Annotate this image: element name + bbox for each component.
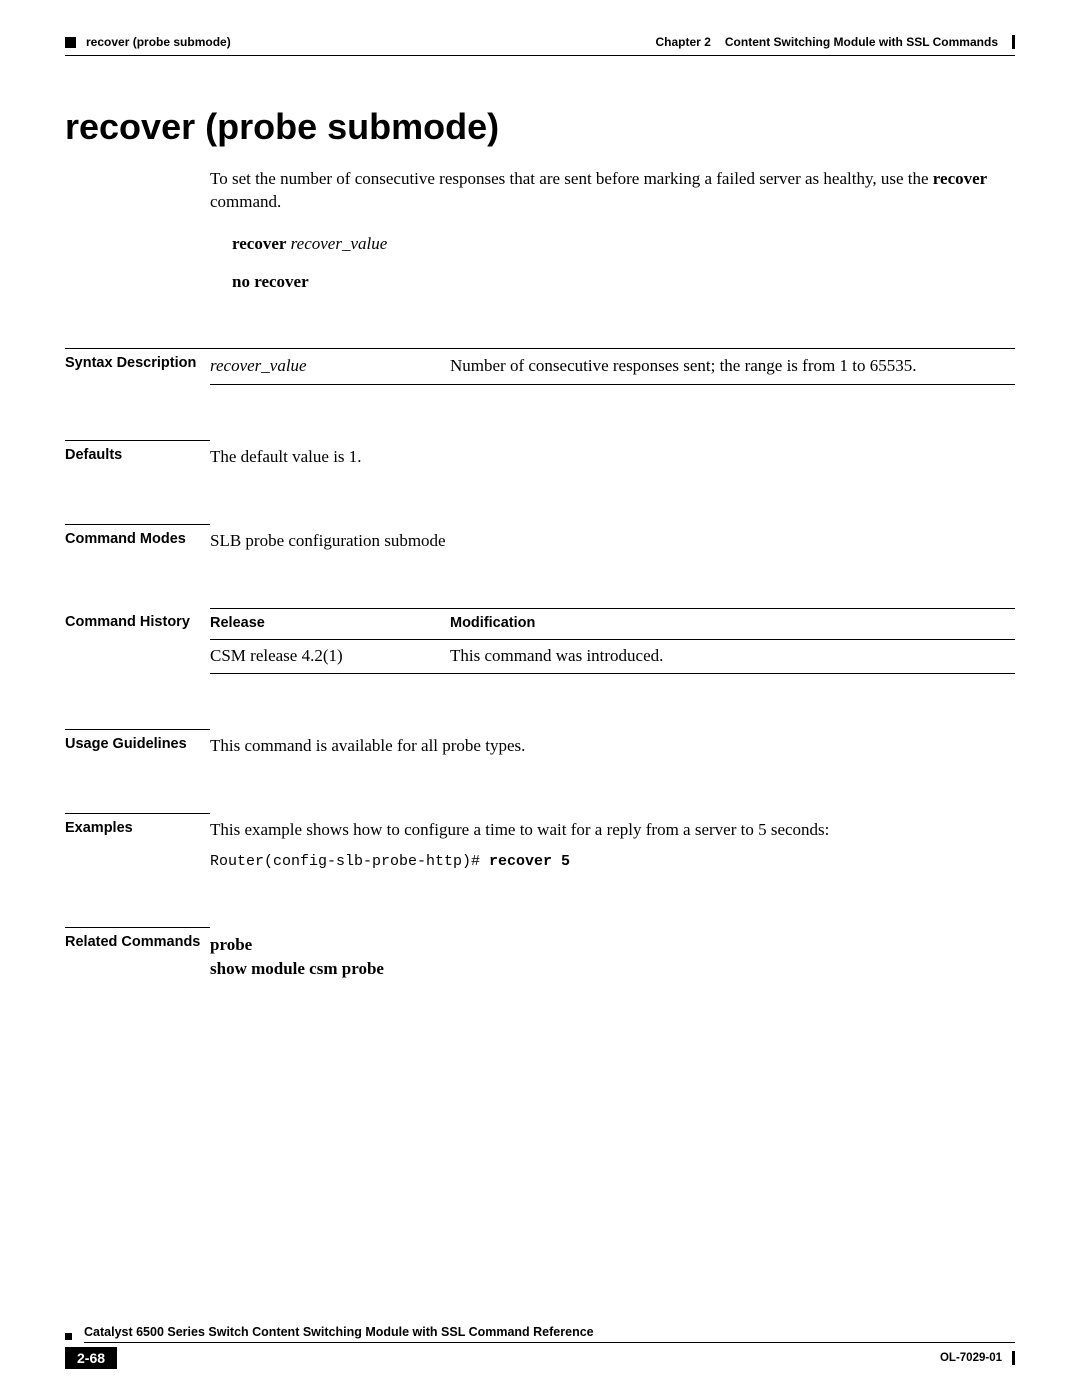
section-label: Usage Guidelines	[65, 729, 210, 758]
section-examples: Examples This example shows how to confi…	[65, 813, 1015, 872]
modification-cell: This command was introduced.	[450, 639, 1015, 673]
related-cmd: show module csm probe	[210, 957, 1015, 981]
section-syntax-description: Syntax Description recover_value Number …	[65, 348, 1015, 385]
usage-text: This command is available for all probe …	[210, 729, 1015, 758]
release-cell: CSM release 4.2(1)	[210, 639, 450, 673]
section-command-history: Command History Release Modification CSM…	[65, 608, 1015, 674]
section-related-commands: Related Commands probe show module csm p…	[65, 927, 1015, 981]
section-label: Syntax Description	[65, 348, 210, 385]
syntax-cmd: recover	[232, 234, 286, 253]
breadcrumb: recover (probe submode)	[86, 35, 231, 49]
header-bar-icon	[1012, 35, 1015, 49]
section-label: Related Commands	[65, 927, 210, 981]
page-number: 2-68	[65, 1347, 117, 1369]
section-usage-guidelines: Usage Guidelines This command is availab…	[65, 729, 1015, 758]
syntax-table: recover_value Number of consecutive resp…	[210, 348, 1015, 385]
example-text: This example shows how to configure a ti…	[210, 819, 1015, 842]
section-label: Defaults	[65, 440, 210, 469]
param-name: recover_value	[210, 349, 450, 385]
syntax-no-cmd: no recover	[232, 272, 309, 291]
footer-title: Catalyst 6500 Series Switch Content Swit…	[84, 1325, 1015, 1343]
intro-text: To set the number of consecutive respons…	[210, 168, 1015, 214]
col-modification: Modification	[450, 609, 1015, 640]
example-code: Router(config-slb-probe-http)# recover 5	[210, 852, 1015, 872]
header-square-icon	[65, 37, 76, 48]
col-release: Release	[210, 609, 450, 640]
table-row: recover_value Number of consecutive resp…	[210, 349, 1015, 385]
defaults-text: The default value is 1.	[210, 440, 1015, 469]
history-table: Release Modification CSM release 4.2(1) …	[210, 608, 1015, 674]
chapter-label: Chapter 2	[656, 35, 711, 49]
section-label: Command Modes	[65, 524, 210, 553]
chapter-title: Content Switching Module with SSL Comman…	[725, 35, 998, 49]
table-header-row: Release Modification	[210, 609, 1015, 640]
syntax-block: recover recover_value no recover	[232, 232, 1015, 294]
section-defaults: Defaults The default value is 1.	[65, 440, 1015, 469]
page-title: recover (probe submode)	[65, 106, 1015, 148]
footer-square-icon	[65, 1333, 72, 1340]
command-modes-text: SLB probe configuration submode	[210, 524, 1015, 553]
syntax-arg: recover_value	[291, 234, 388, 253]
section-command-modes: Command Modes SLB probe configuration su…	[65, 524, 1015, 553]
page-header: recover (probe submode) Chapter 2 Conten…	[65, 35, 1015, 49]
footer-bar-icon	[1012, 1351, 1015, 1365]
doc-id: OL-7029-01	[940, 1352, 1002, 1364]
table-row: CSM release 4.2(1) This command was intr…	[210, 639, 1015, 673]
related-cmd: probe	[210, 933, 1015, 957]
param-desc: Number of consecutive responses sent; th…	[450, 349, 1015, 385]
page-footer: Catalyst 6500 Series Switch Content Swit…	[65, 1325, 1015, 1369]
section-label: Examples	[65, 813, 210, 872]
section-label: Command History	[65, 614, 210, 680]
